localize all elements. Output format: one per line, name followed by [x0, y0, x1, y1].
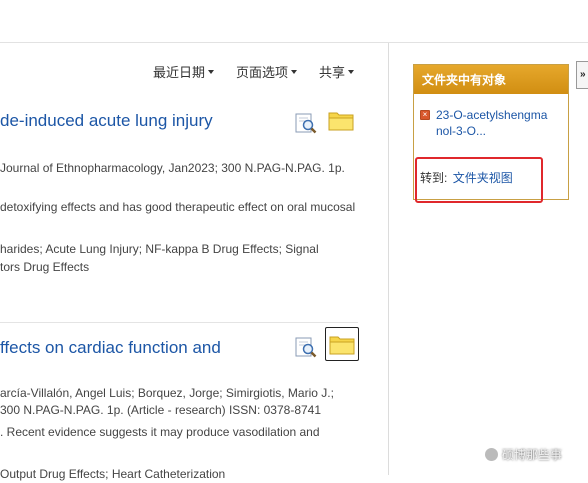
page-options-label: 页面选项 — [235, 65, 288, 80]
share-label: 共享 — [318, 65, 345, 80]
result-subjects: tors Drug Effects — [0, 260, 90, 274]
result-abstract: detoxifying effects and has good therape… — [0, 200, 356, 214]
folder-item-title-link[interactable]: 23-O-acetylshengmanol-3-O... — [436, 107, 554, 139]
watermark-logo-icon — [485, 448, 498, 461]
result-source: Journal of Ethnopharmacology, Jan2023; 3… — [0, 161, 345, 175]
share-dropdown[interactable]: 共享 — [319, 62, 354, 81]
folder-icon — [329, 336, 355, 355]
result-divider — [0, 322, 358, 323]
result-source: 300 N.PAG-N.PAG. 1p. (Article - research… — [0, 403, 322, 417]
result-title-link[interactable]: ffects on cardiac function and — [0, 338, 221, 358]
result-authors: arcía-Villalón, Angel Luis; Borquez, Jor… — [0, 386, 334, 400]
caret-down-icon — [290, 70, 297, 74]
results-toolbar: 最近日期 页面选项 共享 — [153, 62, 354, 81]
folder-panel-heading: 文件夹中有对象 — [414, 65, 568, 94]
recent-dates-label: 最近日期 — [152, 65, 205, 80]
remove-item-icon[interactable]: × — [420, 110, 430, 120]
folder-item: × 23-O-acetylshengmanol-3-O... — [420, 107, 554, 139]
collapse-sidebar-button[interactable]: » — [576, 61, 588, 89]
watermark: 硕博那些事 — [485, 446, 562, 463]
page-options-dropdown[interactable]: 页面选项 — [236, 62, 297, 81]
result-title-link[interactable]: de-induced acute lung injury — [0, 111, 213, 131]
added-to-folder-toggle[interactable] — [325, 327, 359, 361]
results-pane: 最近日期 页面选项 共享 de-induced acute lung injur… — [0, 43, 389, 481]
caret-down-icon — [207, 70, 214, 74]
recent-dates-dropdown[interactable]: 最近日期 — [153, 62, 214, 81]
highlight-annotation — [415, 157, 543, 203]
result-abstract: . Recent evidence suggests it may produc… — [0, 425, 320, 439]
watermark-text: 硕博那些事 — [502, 448, 563, 462]
top-bar — [0, 0, 588, 43]
add-to-folder-icon[interactable] — [328, 109, 354, 131]
result-subjects: harides; Acute Lung Injury; NF-kappa B D… — [0, 242, 319, 256]
preview-magnifier-icon[interactable] — [295, 336, 317, 358]
preview-magnifier-icon[interactable] — [295, 112, 317, 134]
caret-down-icon — [348, 70, 354, 74]
